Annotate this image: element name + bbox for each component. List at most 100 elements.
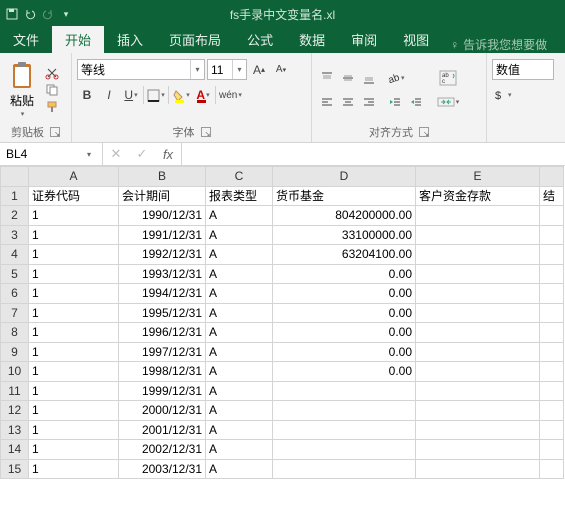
cell-D12[interactable] <box>273 401 416 421</box>
cell-E11[interactable] <box>416 381 540 401</box>
row-header-8[interactable]: 8 <box>1 323 29 343</box>
row-header-7[interactable]: 7 <box>1 303 29 323</box>
cell-B9[interactable]: 1997/12/31 <box>119 342 206 362</box>
cell-F2[interactable] <box>540 206 564 226</box>
cell-E8[interactable] <box>416 323 540 343</box>
cell-C6[interactable]: A <box>206 284 273 304</box>
cell-F13[interactable] <box>540 420 564 440</box>
cancel-formula-button[interactable]: ✕ <box>103 146 129 162</box>
cell-E4[interactable] <box>416 245 540 265</box>
row-header-10[interactable]: 10 <box>1 362 29 382</box>
cell-E2[interactable] <box>416 206 540 226</box>
align-bottom-button[interactable] <box>359 68 379 88</box>
cell-A6[interactable]: 1 <box>29 284 119 304</box>
cell-D13[interactable] <box>273 420 416 440</box>
cell-A10[interactable]: 1 <box>29 362 119 382</box>
tab-data[interactable]: 数据 <box>286 26 338 53</box>
cell-B15[interactable]: 2003/12/31 <box>119 459 206 479</box>
cell-E6[interactable] <box>416 284 540 304</box>
cell-B11[interactable]: 1999/12/31 <box>119 381 206 401</box>
tab-formulas[interactable]: 公式 <box>234 26 286 53</box>
cell-E1[interactable]: 客户资金存款 <box>416 186 540 206</box>
cell-A14[interactable]: 1 <box>29 440 119 460</box>
cell-F3[interactable] <box>540 225 564 245</box>
row-header-9[interactable]: 9 <box>1 342 29 362</box>
cell-A3[interactable]: 1 <box>29 225 119 245</box>
cell-C1[interactable]: 报表类型 <box>206 186 273 206</box>
row-header-14[interactable]: 14 <box>1 440 29 460</box>
cell-C11[interactable]: A <box>206 381 273 401</box>
cell-E7[interactable] <box>416 303 540 323</box>
increase-indent-button[interactable] <box>406 92 426 112</box>
cell-D3[interactable]: 33100000.00 <box>273 225 416 245</box>
cell-C15[interactable]: A <box>206 459 273 479</box>
cell-E12[interactable] <box>416 401 540 421</box>
cell-E15[interactable] <box>416 459 540 479</box>
cell-A2[interactable]: 1 <box>29 206 119 226</box>
align-middle-button[interactable] <box>338 68 358 88</box>
spreadsheet-grid[interactable]: ABCDE1证券代码会计期间报表类型货币基金客户资金存款结211990/12/3… <box>0 166 565 479</box>
chevron-down-icon[interactable]: ▾ <box>190 60 204 79</box>
bold-button[interactable]: B <box>77 85 97 105</box>
cell-E5[interactable] <box>416 264 540 284</box>
qat-customize-icon[interactable]: ▾ <box>60 8 72 20</box>
decrease-font-button[interactable]: A▾ <box>271 60 291 80</box>
row-header-2[interactable]: 2 <box>1 206 29 226</box>
cell-B6[interactable]: 1994/12/31 <box>119 284 206 304</box>
tell-me-search[interactable]: ♀ 告诉我您想要做 <box>450 36 547 53</box>
cell-D6[interactable]: 0.00 <box>273 284 416 304</box>
cell-F7[interactable] <box>540 303 564 323</box>
cell-C9[interactable]: A <box>206 342 273 362</box>
cell-A11[interactable]: 1 <box>29 381 119 401</box>
tab-file[interactable]: 文件 <box>0 26 52 53</box>
row-header-5[interactable]: 5 <box>1 264 29 284</box>
cell-F14[interactable] <box>540 440 564 460</box>
column-header-D[interactable]: D <box>273 167 416 187</box>
cell-D8[interactable]: 0.00 <box>273 323 416 343</box>
cell-C2[interactable]: A <box>206 206 273 226</box>
cut-button[interactable] <box>44 66 60 80</box>
cell-D5[interactable]: 0.00 <box>273 264 416 284</box>
cell-E3[interactable] <box>416 225 540 245</box>
cell-C4[interactable]: A <box>206 245 273 265</box>
cell-D4[interactable]: 63204100.00 <box>273 245 416 265</box>
cell-E10[interactable] <box>416 362 540 382</box>
row-header-6[interactable]: 6 <box>1 284 29 304</box>
orientation-button[interactable]: ab▾ <box>385 68 406 88</box>
increase-font-button[interactable]: A▴ <box>249 60 269 80</box>
fill-color-button[interactable]: ▾ <box>171 85 191 105</box>
tab-page-layout[interactable]: 页面布局 <box>156 26 234 53</box>
cell-A12[interactable]: 1 <box>29 401 119 421</box>
column-header-B[interactable]: B <box>119 167 206 187</box>
row-header-1[interactable]: 1 <box>1 186 29 206</box>
align-left-button[interactable] <box>317 92 337 112</box>
format-painter-button[interactable] <box>44 100 60 114</box>
cell-B10[interactable]: 1998/12/31 <box>119 362 206 382</box>
cell-A7[interactable]: 1 <box>29 303 119 323</box>
clipboard-dialog-launcher[interactable] <box>50 127 60 137</box>
cell-C3[interactable]: A <box>206 225 273 245</box>
cell-F15[interactable] <box>540 459 564 479</box>
cell-C14[interactable]: A <box>206 440 273 460</box>
cell-D1[interactable]: 货币基金 <box>273 186 416 206</box>
cell-E13[interactable] <box>416 420 540 440</box>
cell-C13[interactable]: A <box>206 420 273 440</box>
paste-button[interactable]: 粘贴 ▾ <box>5 59 39 120</box>
cell-C5[interactable]: A <box>206 264 273 284</box>
cell-A1[interactable]: 证券代码 <box>29 186 119 206</box>
row-header-11[interactable]: 11 <box>1 381 29 401</box>
cell-D9[interactable]: 0.00 <box>273 342 416 362</box>
tab-view[interactable]: 视图 <box>390 26 442 53</box>
undo-icon[interactable] <box>24 8 36 20</box>
align-right-button[interactable] <box>359 92 379 112</box>
accounting-format-button[interactable]: $▾ <box>492 85 513 105</box>
cell-F4[interactable] <box>540 245 564 265</box>
number-format-combo[interactable]: 数值 <box>492 59 554 80</box>
cell-B4[interactable]: 1992/12/31 <box>119 245 206 265</box>
cell-D10[interactable]: 0.00 <box>273 362 416 382</box>
cell-B7[interactable]: 1995/12/31 <box>119 303 206 323</box>
alignment-dialog-launcher[interactable] <box>419 127 429 137</box>
cell-F6[interactable] <box>540 284 564 304</box>
copy-button[interactable] <box>44 83 60 97</box>
column-header-A[interactable]: A <box>29 167 119 187</box>
